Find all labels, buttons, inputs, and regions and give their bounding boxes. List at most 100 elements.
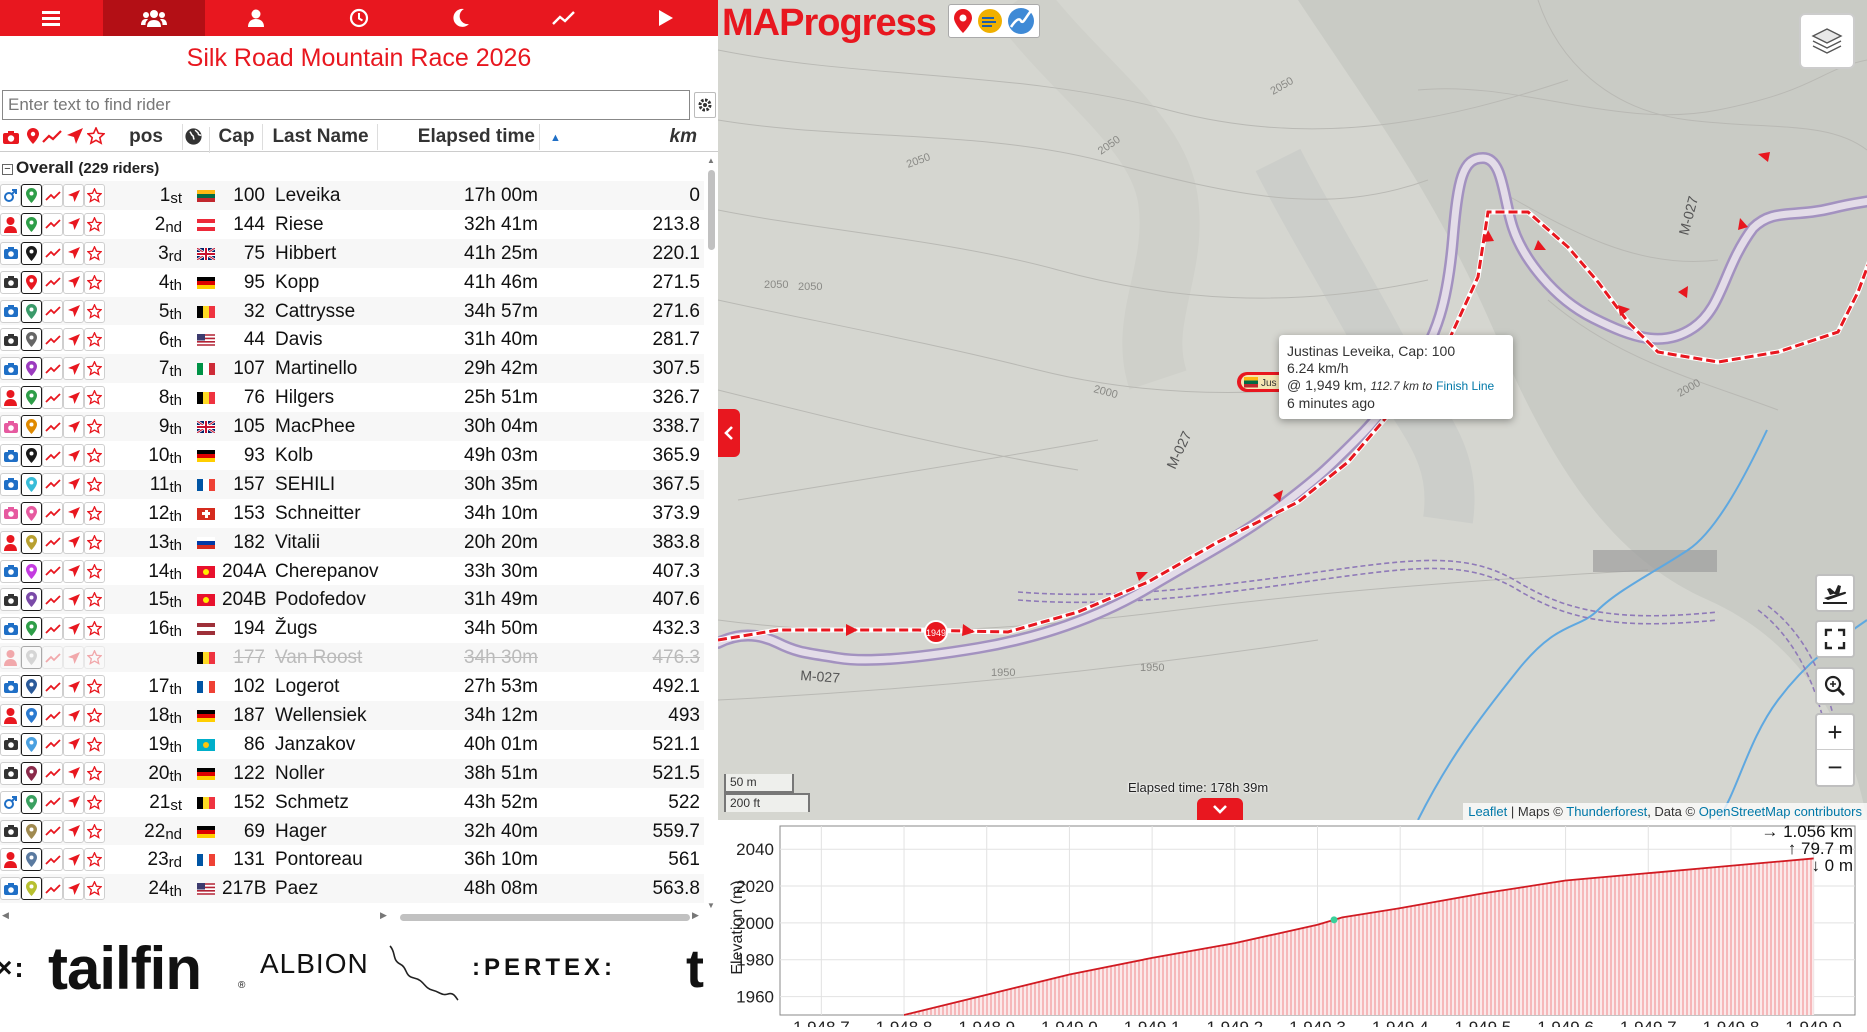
camera-icon[interactable]	[0, 357, 21, 381]
star-icon[interactable]	[84, 328, 105, 352]
map-pin-icon[interactable]	[21, 299, 42, 323]
osm-link[interactable]: OpenStreetMap contributors	[1699, 804, 1862, 819]
rider-last-name[interactable]: Hager	[275, 821, 327, 843]
fullscreen-button[interactable]	[1815, 620, 1855, 658]
rider-last-name[interactable]: Cattrysse	[275, 301, 355, 323]
camera-icon[interactable]	[0, 559, 21, 583]
map-pin-icon[interactable]	[21, 386, 42, 410]
col-km[interactable]: km	[600, 124, 697, 150]
rider-last-name[interactable]: Leveika	[275, 185, 341, 207]
trend-icon[interactable]	[42, 559, 63, 583]
rider-row[interactable]: 10th 93 Kolb 49h 03m 365.9	[0, 441, 704, 470]
night-tab[interactable]	[410, 0, 513, 36]
horizontal-scrollbar[interactable]: ◀ ▶ ▶	[0, 910, 704, 924]
locate-icon[interactable]	[63, 704, 84, 728]
sort-asc-icon[interactable]: ▲	[550, 125, 561, 151]
star-icon[interactable]	[84, 675, 105, 699]
trend-icon[interactable]	[42, 761, 63, 785]
sponsor-albion[interactable]: ALBION	[260, 948, 369, 980]
rider-last-name[interactable]: Žugs	[275, 618, 317, 640]
trend-icon[interactable]	[42, 848, 63, 872]
trend-icon[interactable]	[42, 501, 63, 525]
camera-icon[interactable]	[0, 444, 21, 468]
maprogress-logo[interactable]: MAProgress	[722, 2, 937, 45]
star-icon[interactable]	[84, 386, 105, 410]
locate-icon[interactable]	[63, 270, 84, 294]
rider-search-input[interactable]	[2, 90, 690, 120]
rider-last-name[interactable]: MacPhee	[275, 416, 355, 438]
map-pin-icon[interactable]	[21, 270, 42, 294]
rider-row[interactable]: 20th 122 Noller 38h 51m 521.5	[0, 758, 704, 788]
star-icon[interactable]	[84, 877, 105, 901]
locate-icon[interactable]	[63, 444, 84, 468]
settings-button[interactable]	[694, 92, 716, 118]
star-icon[interactable]	[84, 704, 105, 728]
rider-last-name[interactable]: Riese	[275, 214, 324, 236]
km-marker[interactable]: 1949	[924, 620, 948, 644]
rider-row[interactable]: 19th 86 Janzakov 40h 01m 521.1	[0, 730, 704, 759]
map-pin-icon[interactable]	[21, 819, 42, 843]
collapse-panel-button[interactable]	[718, 409, 740, 457]
rider-row[interactable]: 14th 204A Cherepanov 33h 30m 407.3	[0, 557, 704, 586]
map-pin-icon[interactable]	[21, 588, 42, 612]
locate-icon[interactable]	[63, 675, 84, 699]
trend-icon[interactable]	[42, 241, 63, 265]
rider-row[interactable]: 11th 157 SEHILI 30h 35m 367.5	[0, 469, 704, 499]
rider-row[interactable]: 12th 153 Schneitter 34h 10m 373.9	[0, 499, 704, 528]
rider-row[interactable]: 18th 187 Wellensiek 34h 12m 493	[0, 701, 704, 730]
star-icon[interactable]	[84, 501, 105, 525]
map-pin-icon[interactable]	[21, 559, 42, 583]
col-elapsed-time[interactable]: Elapsed time	[380, 124, 540, 150]
star-icon[interactable]	[84, 357, 105, 381]
layers-button[interactable]	[1799, 13, 1855, 69]
star-icon[interactable]	[84, 530, 105, 554]
map-pin-icon[interactable]	[21, 472, 42, 496]
rider-last-name[interactable]: Van Roost	[275, 647, 362, 669]
rider-last-name[interactable]: Davis	[275, 329, 323, 351]
locate-icon[interactable]	[63, 819, 84, 843]
finish-line-link[interactable]: Finish Line	[1436, 379, 1494, 393]
rider-row[interactable]: 2nd 144 Riese 32h 41m 213.8	[0, 210, 704, 239]
rider-last-name[interactable]: Kolb	[275, 445, 313, 467]
rider-row[interactable]: 8th 76 Hilgers 25h 51m 326.7	[0, 383, 704, 412]
locate-icon[interactable]	[63, 617, 84, 641]
locate-icon[interactable]	[63, 559, 84, 583]
history-tab[interactable]	[308, 0, 411, 36]
map-pin-icon[interactable]	[21, 444, 42, 468]
trend-icon[interactable]	[42, 819, 63, 843]
elevation-chart[interactable]: 196019802000202020401,948.71,948.81,948.…	[718, 820, 1867, 1032]
camera-icon[interactable]	[0, 501, 21, 525]
locate-icon[interactable]	[63, 790, 84, 814]
rider-last-name[interactable]: Kopp	[275, 272, 319, 294]
trend-icon[interactable]	[42, 444, 63, 468]
star-icon[interactable]	[84, 270, 105, 294]
col-last-name[interactable]: Last Name	[264, 124, 378, 150]
rider-last-name[interactable]: Schmetz	[275, 792, 349, 814]
trend-icon[interactable]	[42, 212, 63, 236]
zoom-out-button[interactable]: −	[1817, 750, 1853, 785]
group-header[interactable]: − Overall (229 riders)	[0, 156, 159, 180]
locate-icon[interactable]	[63, 241, 84, 265]
sponsor-tailfin[interactable]: tailfin	[48, 934, 202, 1003]
star-icon[interactable]	[84, 444, 105, 468]
rider-row[interactable]: 3rd 75 Hibbert 41h 25m 220.1	[0, 238, 704, 268]
pin-filter-icon[interactable]	[26, 127, 40, 153]
star-icon[interactable]	[84, 212, 105, 236]
camera-icon[interactable]	[0, 299, 21, 323]
star-icon[interactable]	[84, 617, 105, 641]
camera-icon[interactable]	[0, 877, 21, 901]
star-icon[interactable]	[84, 415, 105, 439]
map-pin-icon[interactable]	[21, 790, 42, 814]
locate-icon[interactable]	[63, 761, 84, 785]
camera-icon[interactable]	[0, 328, 21, 352]
locate-icon[interactable]	[63, 415, 84, 439]
rider-last-name[interactable]: Noller	[275, 763, 325, 785]
elevation-profile[interactable]: 196019802000202020401,948.71,948.81,948.…	[718, 820, 1867, 1032]
trend-icon[interactable]	[42, 877, 63, 901]
map-pin-icon[interactable]	[21, 357, 42, 381]
rider-last-name[interactable]: Pontoreau	[275, 849, 363, 871]
map-pin-icon[interactable]	[21, 501, 42, 525]
locate-icon[interactable]	[63, 184, 84, 207]
rider-row[interactable]: 17th 102 Logerot 27h 53m 492.1	[0, 672, 704, 701]
map-pin-icon[interactable]	[21, 530, 42, 554]
